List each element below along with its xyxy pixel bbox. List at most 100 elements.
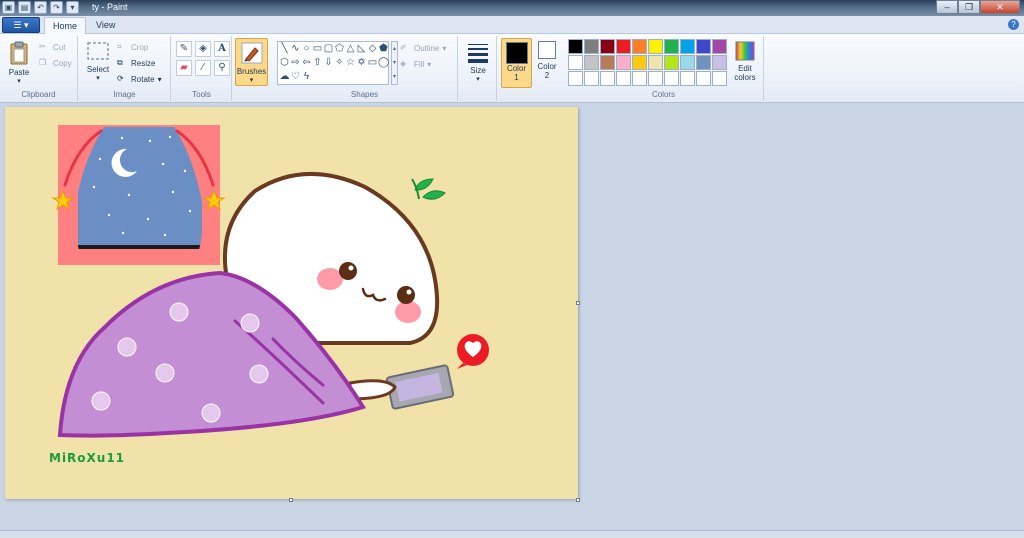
select-label: Select: [86, 65, 110, 74]
palette-swatch[interactable]: [584, 39, 599, 54]
right-arrow-shape-icon[interactable]: ⇨: [290, 56, 301, 70]
rotate-icon: ⟳: [117, 74, 124, 83]
left-arrow-shape-icon[interactable]: ⇦: [301, 56, 312, 70]
color1-button[interactable]: Color 1: [501, 38, 532, 88]
palette-swatch[interactable]: [616, 71, 631, 86]
undo-icon[interactable]: ↶: [34, 1, 47, 14]
pencil-icon[interactable]: ✎: [176, 41, 192, 57]
palette-swatch[interactable]: [616, 55, 631, 70]
palette-swatch[interactable]: [568, 55, 583, 70]
palette-swatch[interactable]: [712, 55, 727, 70]
palette-swatch[interactable]: [696, 55, 711, 70]
palette-swatch[interactable]: [600, 39, 615, 54]
triangle-shape-icon[interactable]: △: [345, 42, 356, 56]
hexagon-shape-icon[interactable]: ⬡: [279, 56, 290, 70]
resize-handle-right[interactable]: [576, 301, 580, 305]
right-triangle-shape-icon[interactable]: ◺: [356, 42, 367, 56]
palette-swatch[interactable]: [600, 55, 615, 70]
palette-swatch[interactable]: [568, 39, 583, 54]
fill-icon[interactable]: ◈: [195, 41, 211, 57]
close-button[interactable]: ✕: [980, 0, 1020, 14]
down-arrow-shape-icon[interactable]: ⇩: [323, 56, 334, 70]
palette-swatch[interactable]: [584, 55, 599, 70]
tab-view[interactable]: View: [88, 17, 123, 34]
crop-button[interactable]: ⌗ Crop: [117, 42, 148, 53]
minimize-button[interactable]: –: [936, 0, 958, 14]
palette-swatch[interactable]: [616, 39, 631, 54]
resize-handle-corner[interactable]: [576, 498, 580, 502]
palette-swatch[interactable]: [648, 71, 663, 86]
curve-shape-icon[interactable]: ∿: [290, 42, 301, 56]
help-icon[interactable]: ?: [1008, 19, 1019, 30]
palette-swatch[interactable]: [648, 39, 663, 54]
palette-swatch[interactable]: [584, 71, 599, 86]
redo-icon[interactable]: ↷: [50, 1, 63, 14]
palette-swatch[interactable]: [632, 55, 647, 70]
magnifier-icon[interactable]: ⚲: [214, 60, 230, 76]
line-shape-icon[interactable]: ╲: [279, 42, 290, 56]
size-button[interactable]: Size ▾: [463, 42, 493, 83]
palette-swatch[interactable]: [696, 39, 711, 54]
brushes-button[interactable]: Brushes ▾: [235, 38, 268, 86]
palette-swatch[interactable]: [664, 39, 679, 54]
restore-button[interactable]: ❐: [958, 0, 980, 14]
rectangle-shape-icon[interactable]: ▭: [312, 42, 323, 56]
palette-swatch[interactable]: [664, 55, 679, 70]
rotate-button[interactable]: ⟳ Rotate ▾: [117, 74, 162, 85]
palette-swatch[interactable]: [680, 55, 695, 70]
palette-swatch[interactable]: [712, 39, 727, 54]
lightning-shape-icon[interactable]: ϟ: [301, 70, 312, 84]
resize-button[interactable]: ⧉ Resize: [117, 58, 155, 69]
paint-menu-button[interactable]: ☰ ▾: [2, 17, 40, 33]
six-point-star-shape-icon[interactable]: ✡: [356, 56, 367, 70]
tab-home[interactable]: Home: [44, 17, 87, 34]
paint-app-icon[interactable]: ▣: [2, 1, 15, 14]
palette-swatch[interactable]: [680, 39, 695, 54]
cut-button[interactable]: ✂ Cut: [39, 42, 65, 53]
palette-swatch[interactable]: [648, 55, 663, 70]
oval-shape-icon[interactable]: ○: [301, 42, 312, 56]
text-icon[interactable]: A: [214, 41, 230, 57]
window-drawing: [51, 125, 226, 265]
palette-swatch[interactable]: [632, 39, 647, 54]
save-icon[interactable]: ▤: [18, 1, 31, 14]
palette-swatch[interactable]: [712, 71, 727, 86]
rounded-rectangle-shape-icon[interactable]: ▢: [323, 42, 334, 56]
five-point-star-shape-icon[interactable]: ☆: [345, 56, 356, 70]
paste-button[interactable]: Paste ▾: [4, 40, 34, 85]
palette-swatch[interactable]: [680, 71, 695, 86]
select-button[interactable]: Select ▾: [83, 41, 113, 82]
palette-swatch[interactable]: [568, 71, 583, 86]
four-point-star-shape-icon[interactable]: ✧: [334, 56, 345, 70]
copy-button[interactable]: ❐ Copy: [39, 58, 72, 69]
resize-handle-bottom[interactable]: [289, 498, 293, 502]
palette-swatch[interactable]: [696, 71, 711, 86]
diamond-shape-icon[interactable]: ◇: [367, 42, 378, 56]
palette-swatch[interactable]: [600, 71, 615, 86]
rounded-callout-shape-icon[interactable]: ▭: [367, 56, 378, 70]
pentagon-shape-icon[interactable]: ⬟: [378, 42, 389, 56]
select-chevron-icon[interactable]: ▾: [83, 74, 113, 82]
customize-qa-chevron-icon[interactable]: ▾: [66, 1, 79, 14]
edit-colors-label-2: colors: [734, 73, 756, 82]
edit-colors-button[interactable]: Edit colors: [730, 40, 760, 82]
drawing-canvas[interactable]: MiRoXu11: [5, 107, 578, 499]
color2-button[interactable]: Color 2: [534, 41, 560, 80]
polygon-shape-icon[interactable]: ⬠: [334, 42, 345, 56]
oval-callout-shape-icon[interactable]: ◯: [378, 56, 389, 70]
cloud-callout-shape-icon[interactable]: ☁: [279, 70, 290, 84]
up-arrow-shape-icon[interactable]: ⇧: [312, 56, 323, 70]
fill-button[interactable]: ◈ Fill ▾: [400, 59, 431, 70]
tools-grid: ✎ ◈ A ▰ ⁄ ⚲: [176, 41, 230, 76]
palette-swatch[interactable]: [632, 71, 647, 86]
shapes-scroll[interactable]: ▴ ▾ ▾: [391, 41, 398, 85]
heart-shape-icon[interactable]: ♡: [290, 70, 301, 84]
shapes-gallery[interactable]: ╲ ∿ ○ ▭ ▢ ⬠ △ ◺ ◇ ⬟ ⬡ ⇨ ⇦ ⇧ ⇩ ✧ ☆ ✡ ▭ ◯ …: [277, 41, 389, 85]
eraser-icon[interactable]: ▰: [176, 60, 192, 76]
paste-chevron-icon[interactable]: ▾: [4, 77, 34, 85]
outline-button[interactable]: ✐ Outline ▾: [400, 43, 446, 54]
color-picker-icon[interactable]: ⁄: [195, 60, 211, 76]
ribbon: Paste ▾ ✂ Cut ❐ Copy Clipboard Select ▾ …: [0, 34, 1024, 103]
palette-swatch[interactable]: [664, 71, 679, 86]
paste-icon: [10, 41, 28, 65]
